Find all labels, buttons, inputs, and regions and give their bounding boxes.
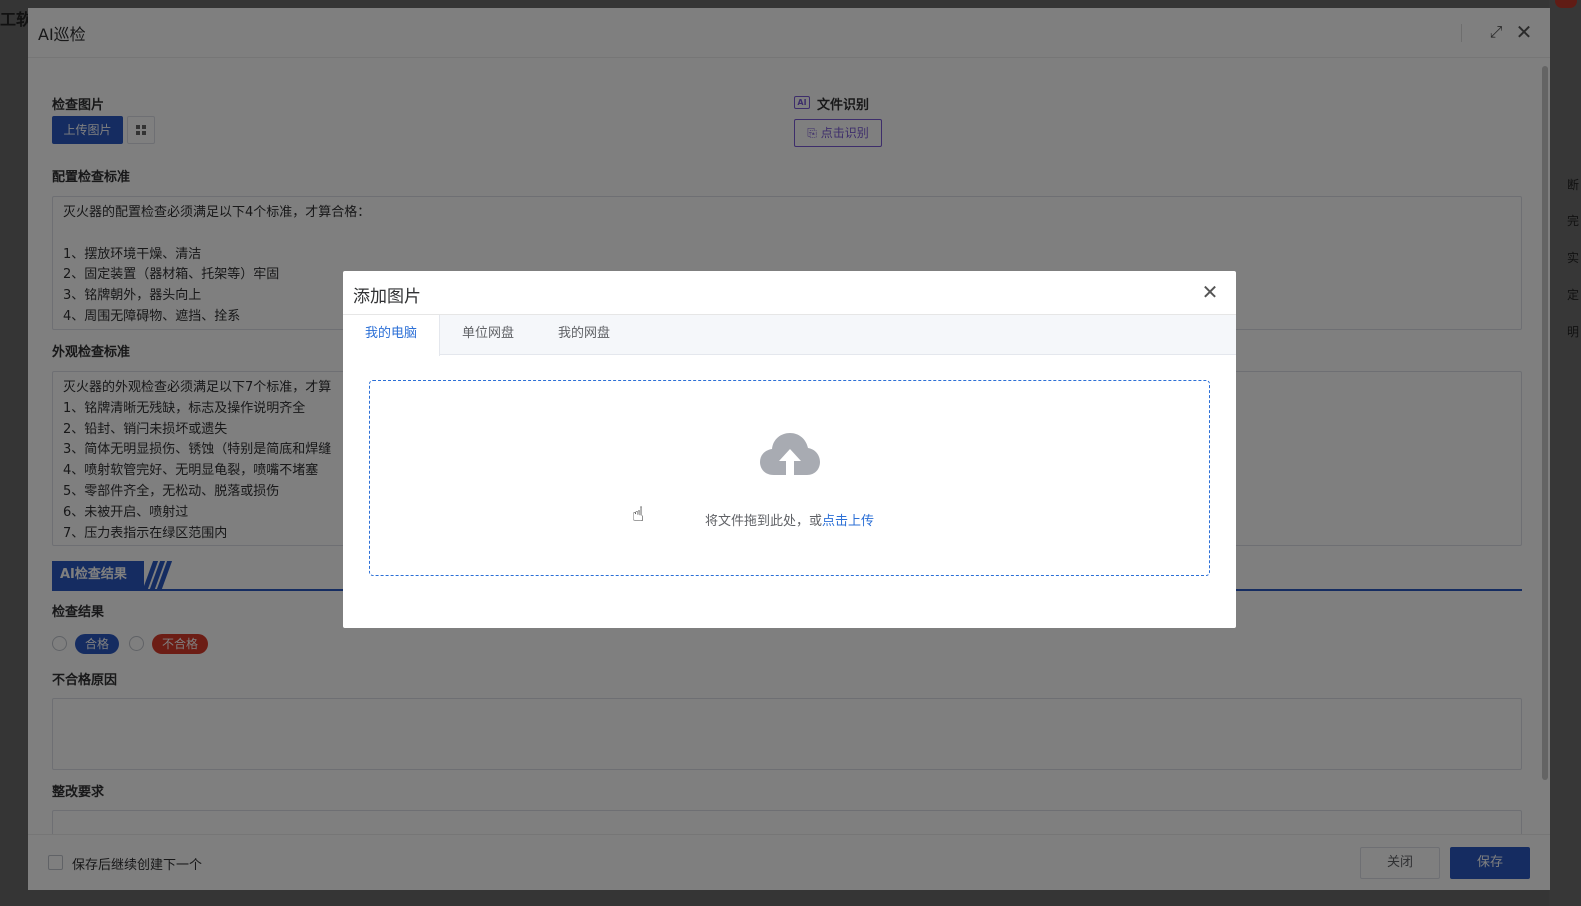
tab-my-drive[interactable]: 我的网盘	[536, 315, 632, 355]
tab-unit-drive[interactable]: 单位网盘	[440, 315, 536, 355]
add-image-close-icon[interactable]: ✕	[1200, 282, 1220, 302]
add-image-header: 添加图片 ✕	[343, 271, 1236, 315]
source-tabs: 我的电脑 单位网盘 我的网盘	[343, 315, 1236, 356]
add-image-title: 添加图片	[353, 287, 421, 307]
tab-my-computer[interactable]: 我的电脑	[343, 315, 440, 356]
dropzone-hint: 将文件拖到此处，或	[704, 514, 822, 529]
add-image-dialog: 添加图片 ✕ 我的电脑 单位网盘 我的网盘 将文件拖到此处，或点击上传	[343, 271, 1236, 628]
hand-cursor-icon: ☝	[632, 502, 645, 526]
dropzone-text: 将文件拖到此处，或点击上传	[370, 510, 1209, 529]
upload-dropzone[interactable]: 将文件拖到此处，或点击上传	[369, 380, 1210, 576]
click-upload-link[interactable]: 点击上传	[822, 514, 874, 529]
cloud-upload-icon	[760, 433, 820, 475]
